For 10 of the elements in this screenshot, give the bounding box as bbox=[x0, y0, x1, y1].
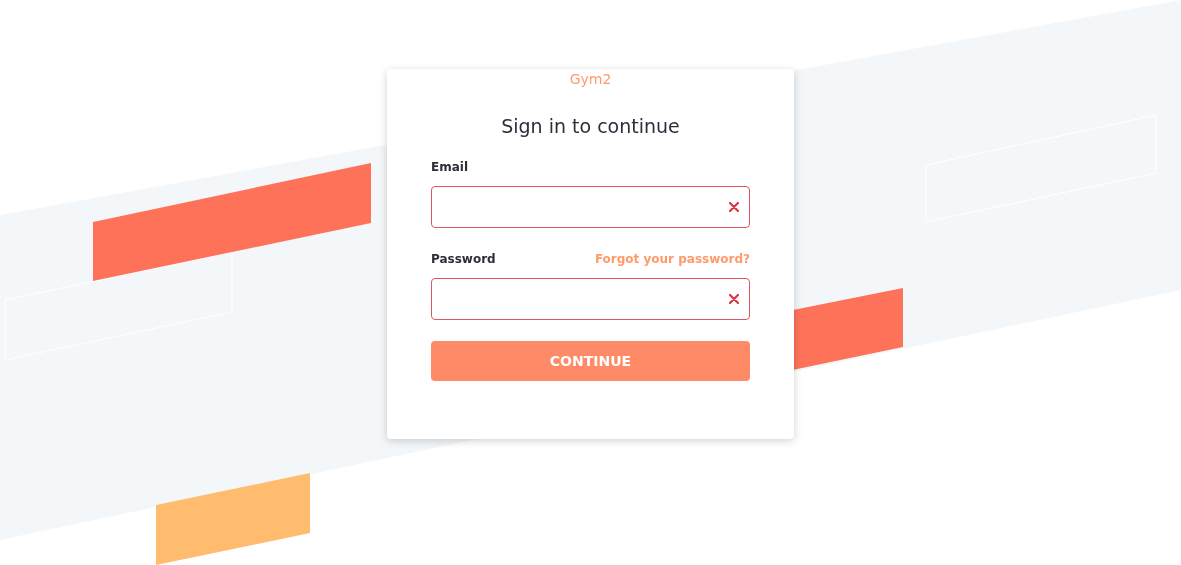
field-label: Password bbox=[431, 251, 496, 268]
input-field[interactable] bbox=[431, 186, 750, 228]
page-heading: Sign in to continue bbox=[500, 114, 681, 138]
input-field[interactable] bbox=[431, 278, 750, 320]
error-icon bbox=[729, 202, 739, 212]
field-label: Email bbox=[431, 159, 469, 176]
forgot-password-link[interactable]: Forgot your password? bbox=[594, 250, 750, 268]
brand-logo: Gym2 bbox=[568, 70, 613, 89]
error-icon bbox=[729, 294, 739, 304]
continue-button[interactable]: CONTINUE bbox=[431, 341, 750, 381]
